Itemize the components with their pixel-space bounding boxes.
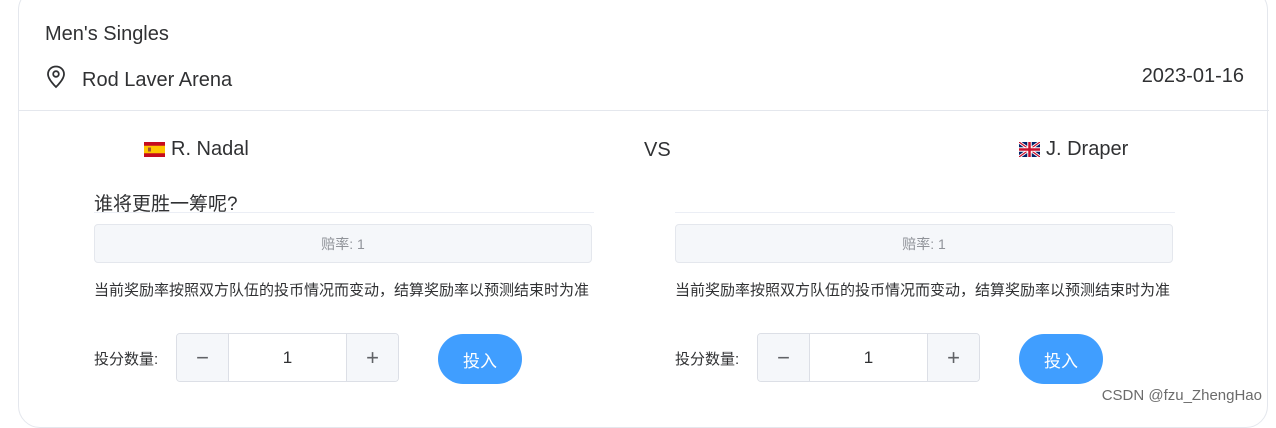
right-reward-note: 当前奖励率按照双方队伍的投币情况而变动，结算奖励率以预测结束时为准 (675, 282, 1171, 299)
right-decrement-button[interactable]: − (758, 334, 810, 381)
versus-label: VS (644, 139, 671, 161)
left-divider (94, 212, 594, 213)
left-quantity-input[interactable]: 1 (229, 334, 346, 381)
left-increment-button[interactable]: + (346, 334, 398, 381)
left-quantity-label: 投分数量: (94, 351, 159, 368)
right-increment-button[interactable]: + (927, 334, 979, 381)
left-bet-button[interactable]: 投入 (438, 334, 522, 384)
left-odds-field: 赔率: 1 (94, 224, 592, 263)
right-quantity-stepper: − 1 + (757, 333, 980, 382)
right-quantity-label: 投分数量: (675, 351, 740, 368)
player-left: R. Nadal (144, 138, 249, 161)
uk-flag-icon (1019, 142, 1040, 157)
left-reward-note: 当前奖励率按照双方队伍的投币情况而变动，结算奖励率以预测结束时为准 (94, 282, 590, 299)
header-divider (19, 110, 1269, 111)
venue-name: Rod Laver Arena (82, 69, 233, 91)
left-quantity-stepper: − 1 + (176, 333, 399, 382)
spain-flag-icon (144, 142, 165, 157)
player-right: J. Draper (1019, 138, 1128, 161)
right-quantity-input[interactable]: 1 (810, 334, 927, 381)
player-left-name: R. Nadal (171, 138, 249, 160)
watermark: CSDN @fzu_ZhengHao (1101, 387, 1262, 404)
location-pin-icon (47, 65, 65, 89)
right-divider (675, 212, 1175, 213)
right-bet-button[interactable]: 投入 (1019, 334, 1103, 384)
left-decrement-button[interactable]: − (177, 334, 229, 381)
player-right-name: J. Draper (1046, 138, 1129, 160)
right-odds-field: 赔率: 1 (675, 224, 1173, 263)
event-title: Men's Singles (45, 23, 169, 45)
match-date: 2023-01-16 (1141, 65, 1244, 87)
